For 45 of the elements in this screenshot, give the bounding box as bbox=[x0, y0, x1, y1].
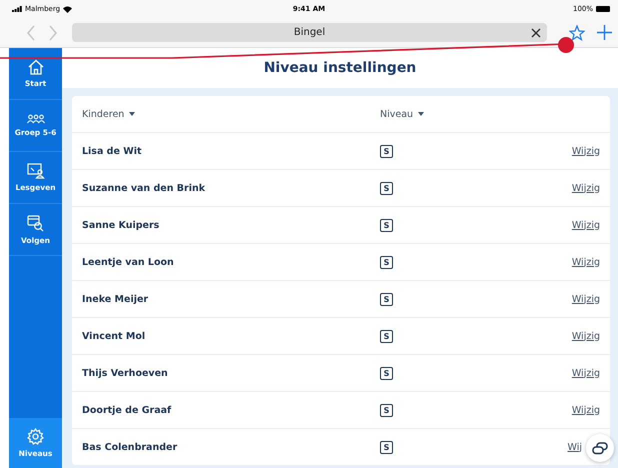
level-badge: S bbox=[380, 330, 393, 342]
change-link[interactable]: Wijzig bbox=[572, 368, 600, 378]
level-badge: S bbox=[380, 218, 393, 232]
student-name: Bas Colenbrander bbox=[82, 442, 178, 452]
change-link[interactable]: Wij bbox=[568, 442, 582, 452]
level-badge: S bbox=[380, 366, 393, 380]
student-name: Lisa de Wit bbox=[82, 146, 142, 156]
caret-icon[interactable] bbox=[129, 112, 136, 116]
window-search-icon bbox=[27, 214, 44, 232]
close-icon[interactable] bbox=[531, 28, 541, 38]
student-name: Suzanne van den Brink bbox=[82, 182, 206, 194]
star-icon[interactable] bbox=[569, 24, 585, 40]
settings-icon bbox=[27, 428, 44, 445]
level-badge: S bbox=[380, 256, 393, 268]
student-name: Ineke Meijer bbox=[82, 294, 148, 304]
address-bar[interactable]: Bingel bbox=[72, 23, 547, 42]
change-link[interactable]: Wijzig bbox=[572, 404, 600, 416]
page-title: Niveau instellingen bbox=[264, 60, 416, 76]
change-link[interactable]: Wijzig bbox=[572, 182, 600, 194]
change-link[interactable]: Wijzig bbox=[572, 146, 600, 156]
change-link[interactable]: Wijzig bbox=[572, 294, 600, 304]
group-icon bbox=[26, 114, 44, 124]
student-name: Doortje de Graaf bbox=[82, 404, 172, 416]
plus-icon[interactable] bbox=[597, 25, 612, 40]
column-header[interactable]: Niveau bbox=[380, 108, 414, 120]
student-name: Leentje van Loon bbox=[82, 256, 174, 268]
level-badge: S bbox=[380, 404, 393, 416]
level-badge: S bbox=[380, 144, 393, 158]
student-name: Thijs Verhoeven bbox=[82, 368, 168, 378]
battery-icon bbox=[596, 6, 610, 12]
change-link[interactable]: Wijzig bbox=[572, 330, 600, 342]
change-link[interactable]: Wijzig bbox=[572, 220, 600, 230]
level-badge: S bbox=[380, 292, 393, 306]
change-link[interactable]: Wijzig bbox=[572, 256, 600, 268]
chat-icon bbox=[592, 442, 608, 454]
level-badge: S bbox=[380, 440, 393, 454]
column-header[interactable]: Kinderen bbox=[82, 108, 124, 120]
student-name: Sanne Kuipers bbox=[82, 220, 160, 230]
wifi-icon bbox=[63, 6, 72, 12]
home-icon bbox=[28, 59, 44, 75]
caret-icon[interactable] bbox=[418, 112, 424, 116]
presenter-icon bbox=[26, 163, 44, 179]
level-badge: S bbox=[380, 182, 393, 194]
student-name: Vincent Mol bbox=[82, 330, 146, 342]
signal-icon bbox=[12, 6, 22, 12]
